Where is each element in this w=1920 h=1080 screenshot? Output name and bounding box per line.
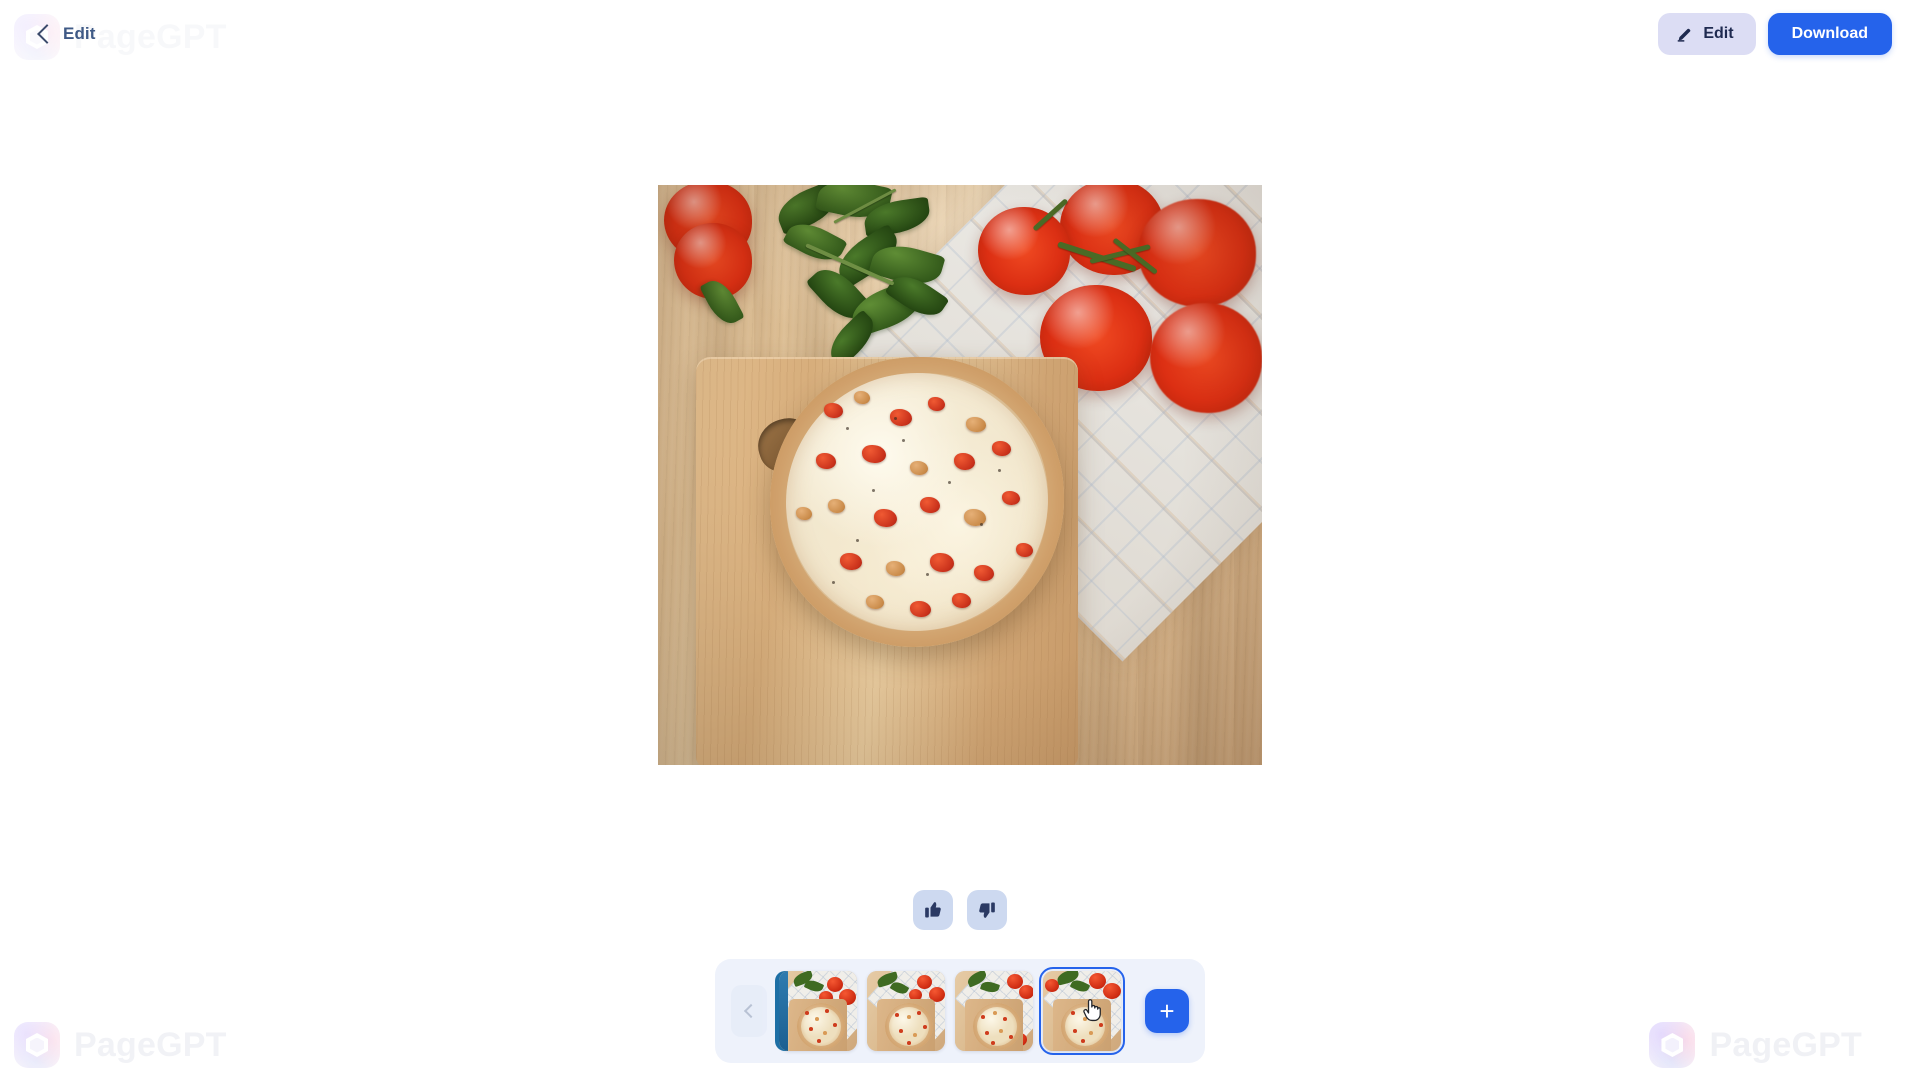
chevron-left-icon bbox=[37, 24, 57, 44]
image-viewer-page: PageGPT PageGPT PageGPT Edit Edit Downlo… bbox=[0, 0, 1920, 1080]
brand-name: PageGPT bbox=[74, 1025, 227, 1064]
thumbnail-list bbox=[779, 967, 1125, 1055]
back-to-edit-nav[interactable]: Edit bbox=[32, 20, 104, 48]
edit-button[interactable]: Edit bbox=[1658, 13, 1756, 55]
download-button[interactable]: Download bbox=[1767, 13, 1892, 55]
pencil-icon bbox=[1677, 28, 1691, 42]
add-image-button[interactable]: + bbox=[1145, 989, 1189, 1033]
image-stage bbox=[0, 70, 1920, 880]
brand-name: PageGPT bbox=[1709, 1025, 1862, 1064]
feedback-row bbox=[0, 890, 1920, 930]
thumbs-up-icon bbox=[925, 902, 941, 918]
thumbs-down-button[interactable] bbox=[967, 890, 1007, 930]
top-bar-actions: Edit Download bbox=[1658, 13, 1892, 55]
generated-image[interactable] bbox=[658, 185, 1262, 765]
top-bar: Edit Edit Download bbox=[0, 0, 1920, 70]
edit-button-label: Edit bbox=[1703, 25, 1734, 42]
plus-icon: + bbox=[1159, 996, 1175, 1026]
filmstrip-prev-button[interactable] bbox=[731, 985, 767, 1037]
thumbnail-filmstrip: + bbox=[715, 959, 1205, 1063]
watermark-bottom-right: PageGPT bbox=[1649, 1022, 1862, 1068]
thumbnail-item[interactable] bbox=[1039, 967, 1125, 1055]
watermark-bottom-left: PageGPT bbox=[14, 1022, 227, 1068]
thumbs-down-icon bbox=[979, 902, 995, 918]
thumbnail-item[interactable] bbox=[779, 971, 857, 1051]
back-nav-label: Edit bbox=[63, 24, 96, 43]
thumbs-up-button[interactable] bbox=[913, 890, 953, 930]
chevron-left-icon bbox=[743, 1003, 758, 1019]
download-button-label: Download bbox=[1791, 25, 1868, 42]
hexagon-logo-icon bbox=[14, 1022, 60, 1068]
pizza-photo bbox=[658, 185, 1262, 765]
hexagon-logo-icon bbox=[1649, 1022, 1696, 1068]
thumbnail-item[interactable] bbox=[867, 971, 945, 1051]
thumbnail-item[interactable] bbox=[955, 971, 1033, 1051]
